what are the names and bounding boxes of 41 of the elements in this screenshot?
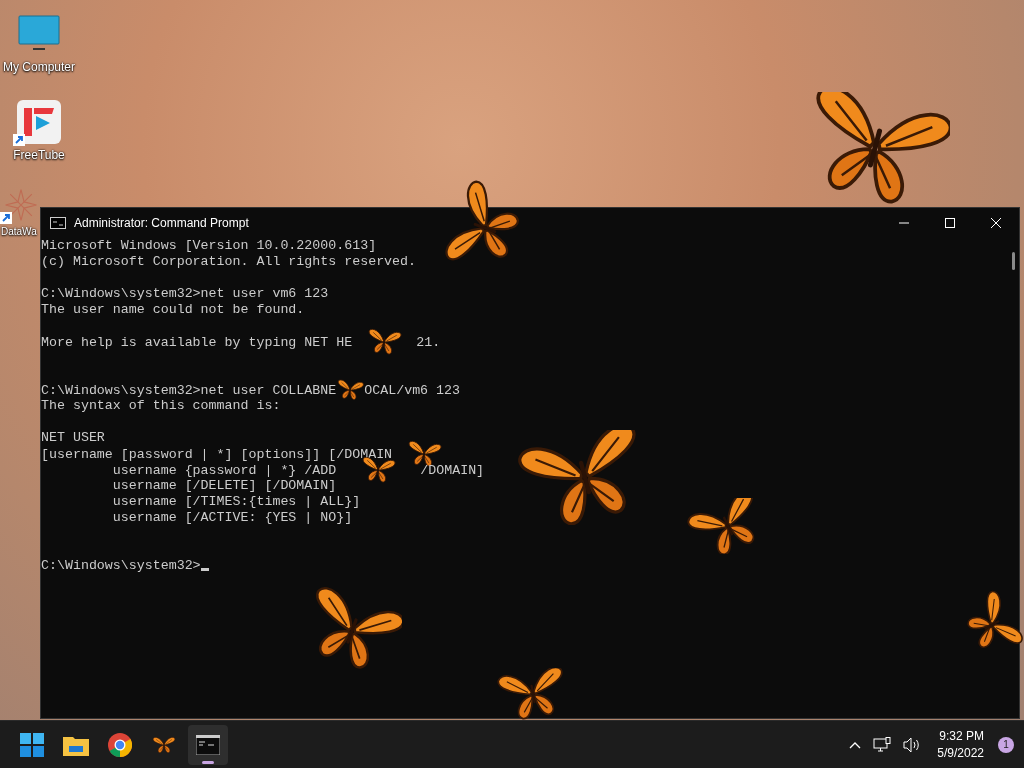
terminal-icon xyxy=(196,734,220,755)
desktop-icon-label: My Computer xyxy=(3,60,75,74)
console-text: NET USER xyxy=(41,430,105,445)
console-text: [username [password | *] [options]] [/DOMAIN xyxy=(41,446,393,462)
console-text: Microsoft Windows [Version 10.0.22000.613] xyxy=(41,238,377,253)
butterfly-drawing xyxy=(336,377,365,403)
star-logo-icon xyxy=(4,188,38,222)
butterfly-icon xyxy=(152,735,176,754)
close-icon xyxy=(991,218,1001,228)
browser-icon xyxy=(108,732,132,757)
desktop-icon[interactable]: DataWa xyxy=(0,186,40,239)
desktop-icon[interactable]: FreeTube xyxy=(0,98,78,164)
console-text: C:\Windows\system32> xyxy=(41,558,201,573)
console-text: The user name could not be found. xyxy=(41,302,305,317)
console-text: C:\Windows\system32>net user COLLABNE xyxy=(41,382,337,398)
window-title: Administrator: Command Prompt xyxy=(74,216,250,230)
console-text: The syntax of this command is: xyxy=(41,398,281,413)
console-text: username [/ACTIVE: {YES | NO}] xyxy=(111,510,353,525)
desktop-icon[interactable]: My Computer xyxy=(0,10,78,76)
notification-badge[interactable]: 1 xyxy=(998,736,1014,753)
network-button[interactable] xyxy=(871,734,894,755)
app-logo-icon xyxy=(17,100,61,144)
desktop-icon-label: DataWa xyxy=(0,226,37,237)
console-text: More help is available by typing NET HE xyxy=(41,334,353,350)
console-text: C:\Windows\system32>net user vm6 123 xyxy=(41,286,329,301)
console-text: (c) Microsoft Corporation. All rights reserved. xyxy=(41,254,417,269)
console-text: username [/TIMES:{times | ALL}] xyxy=(111,494,361,509)
maximize-icon xyxy=(945,218,955,228)
chevron-up-icon xyxy=(849,740,862,749)
windows-logo-icon xyxy=(20,732,44,757)
desktop-icon-label: FreeTube xyxy=(13,148,65,162)
console-text: username [/DELETE] [/DOMAIN] xyxy=(111,478,337,493)
network-icon xyxy=(873,736,892,753)
clock[interactable]: 9:32 PM 5/9/2022 xyxy=(931,727,990,762)
taskbar-app-button[interactable] xyxy=(188,724,228,765)
console-text: /DOMAIN] xyxy=(420,462,485,478)
speaker-icon xyxy=(903,736,922,753)
terminal-icon xyxy=(50,217,66,229)
console-text: 21. xyxy=(416,334,441,350)
console-text: username {password | *} /ADD xyxy=(111,462,337,478)
console-text: OCAL/vm6 123 xyxy=(364,382,460,398)
